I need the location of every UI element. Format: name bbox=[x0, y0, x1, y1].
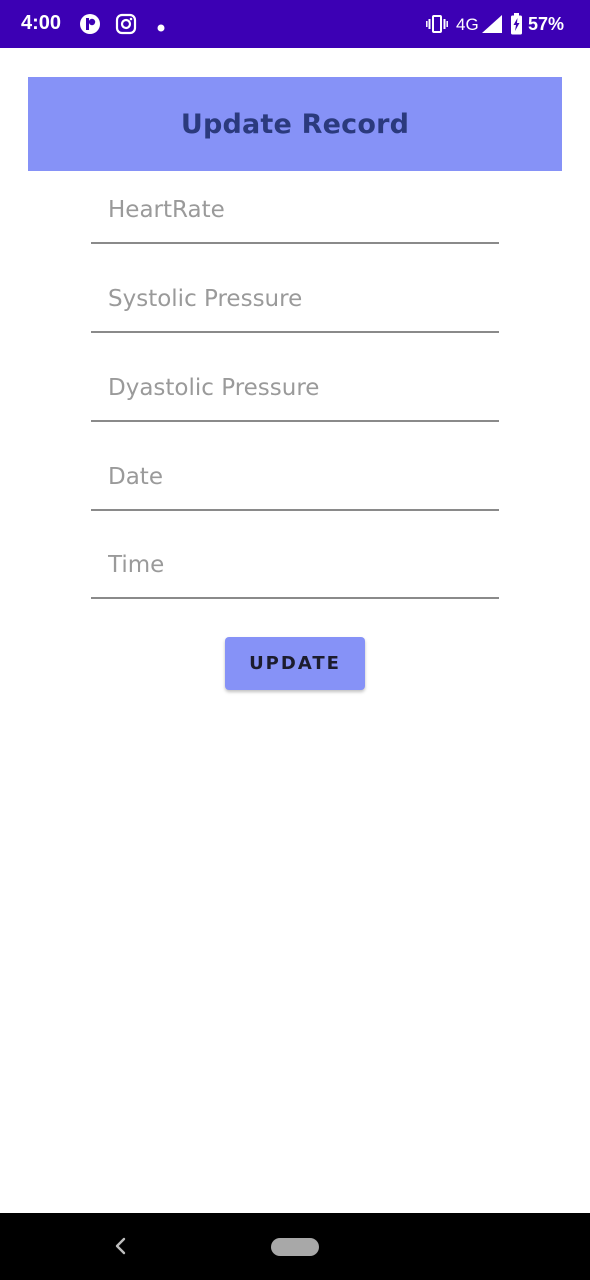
home-pill-icon[interactable] bbox=[271, 1238, 319, 1256]
screen: 4:00 4G 57% Update Record HeartRate Syst… bbox=[0, 0, 590, 1280]
heart-rate-input[interactable] bbox=[91, 184, 499, 242]
status-time: 4:00 bbox=[21, 12, 62, 34]
battery-icon bbox=[510, 13, 523, 40]
navigation-bar bbox=[0, 1213, 590, 1280]
header-banner: Update Record bbox=[28, 77, 562, 171]
app-icon bbox=[79, 13, 101, 40]
instagram-icon bbox=[115, 13, 137, 40]
systolic-pressure-field bbox=[91, 273, 499, 333]
diastolic-pressure-input[interactable] bbox=[91, 362, 499, 420]
systolic-pressure-input[interactable] bbox=[91, 273, 499, 331]
time-field bbox=[91, 539, 499, 599]
time-input[interactable] bbox=[91, 539, 499, 597]
page-title: Update Record bbox=[180, 108, 410, 140]
signal-icon bbox=[481, 14, 503, 39]
back-icon[interactable] bbox=[108, 1233, 134, 1259]
date-input[interactable] bbox=[91, 451, 499, 509]
diastolic-pressure-field bbox=[91, 362, 499, 422]
notification-dot-icon bbox=[157, 19, 165, 37]
status-bar: 4:00 4G 57% bbox=[0, 0, 590, 48]
vibrate-icon bbox=[426, 15, 448, 38]
date-field bbox=[91, 451, 499, 511]
network-type: 4G bbox=[456, 15, 479, 34]
update-button[interactable]: UPDATE bbox=[225, 637, 365, 690]
battery-percent: 57% bbox=[528, 14, 565, 34]
heart-rate-field bbox=[91, 184, 499, 244]
